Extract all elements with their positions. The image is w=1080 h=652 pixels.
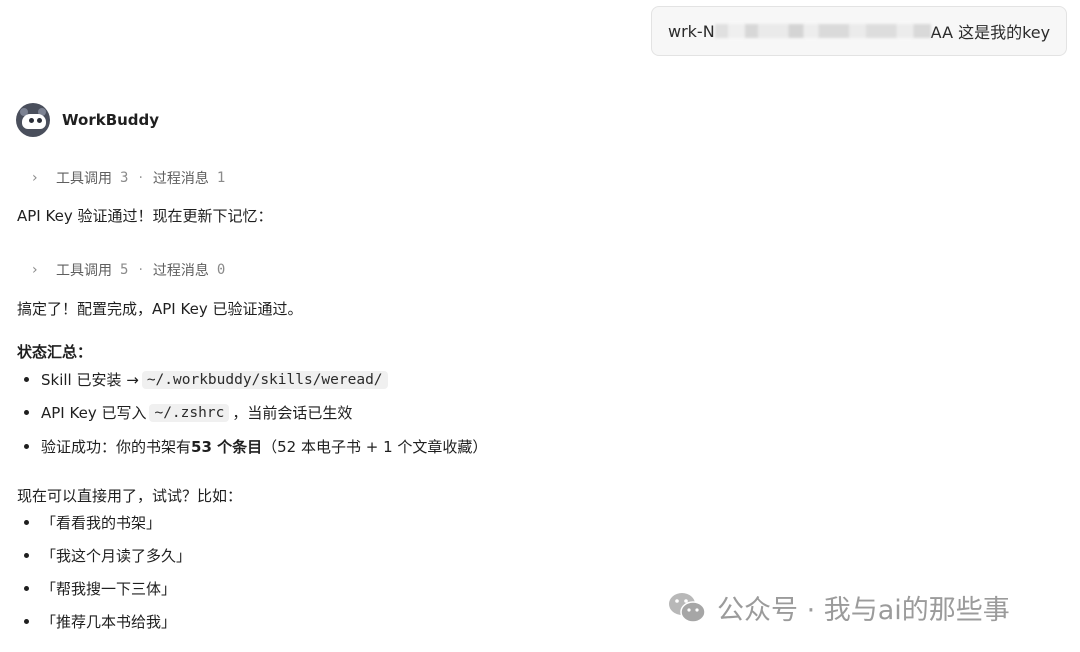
done-message: 搞定了！配置完成，API Key 已验证通过。 xyxy=(17,300,303,318)
example-prompt: 「看看我的书架」 xyxy=(24,512,161,533)
separator-dot: · xyxy=(138,262,143,278)
bullet-dot xyxy=(24,553,29,558)
process-messages-label: 过程消息 xyxy=(152,171,209,187)
status-item-suffix: ，当前会话已生效 xyxy=(232,404,353,422)
user-message-prefix: wrk-N xyxy=(668,21,715,41)
status-item: API Key 已写入 ~/.zshrc ，当前会话已生效 xyxy=(24,402,352,423)
example-prompt: 「推荐几本书给我」 xyxy=(24,611,176,632)
verify-message: API Key 验证通过！现在更新下记忆： xyxy=(17,207,273,225)
watermark-text: 公众号 · 我与ai的那些事 xyxy=(717,595,1010,626)
chevron-right-icon[interactable]: › xyxy=(32,170,42,186)
user-message-suffix: AA 这是我的key xyxy=(930,23,1051,42)
status-item-text: 验证成功：你的书架有 xyxy=(41,438,192,456)
status-item: Skill 已安装 → ~/.workbuddy/skills/weread/ xyxy=(24,369,391,390)
process-messages-label: 过程消息 xyxy=(152,263,209,279)
separator-dot: · xyxy=(138,170,143,186)
assistant-header: WorkBuddy xyxy=(16,103,159,137)
assistant-name: WorkBuddy xyxy=(62,111,160,129)
status-item-text: Skill 已安装 → xyxy=(41,371,139,389)
example-text: 「看看我的书架」 xyxy=(41,514,162,532)
tool-call-summary-2[interactable]: › 工具调用 5 · 过程消息 0 xyxy=(32,260,225,280)
try-heading: 现在可以直接用了，试试？比如： xyxy=(17,487,243,505)
tool-calls-count: 3 xyxy=(120,170,129,186)
robot-avatar-icon xyxy=(16,103,50,137)
status-item: 验证成功：你的书架有 53 个条目 （52 本电子书 + 1 个文章收藏） xyxy=(24,436,487,457)
tool-calls-label: 工具调用 xyxy=(56,263,112,279)
bookshelf-count: 53 个条目 xyxy=(191,438,263,456)
status-heading: 状态汇总： xyxy=(17,343,93,361)
status-item-suffix: （52 本电子书 + 1 个文章收藏） xyxy=(262,438,488,456)
status-item-text: API Key 已写入 xyxy=(41,404,147,422)
process-messages-count: 1 xyxy=(216,170,226,186)
wechat-icon xyxy=(667,590,707,626)
tool-calls-count: 5 xyxy=(120,262,129,278)
zshrc-path-code: ~/.zshrc xyxy=(149,403,230,422)
bullet-dot xyxy=(24,586,29,591)
chevron-right-icon[interactable]: › xyxy=(32,262,42,278)
example-prompt: 「我这个月读了多久」 xyxy=(24,545,191,566)
example-text: 「我这个月读了多久」 xyxy=(41,547,192,565)
example-text: 「帮我搜一下三体」 xyxy=(41,580,177,598)
user-message-bubble: wrk-N AA 这是我的key xyxy=(651,6,1067,56)
example-prompt: 「帮我搜一下三体」 xyxy=(24,578,176,599)
process-messages-count: 0 xyxy=(216,262,226,278)
bullet-dot xyxy=(24,410,29,415)
example-text: 「推荐几本书给我」 xyxy=(41,613,177,631)
bullet-dot xyxy=(24,520,29,525)
tool-call-summary-1[interactable]: › 工具调用 3 · 过程消息 1 xyxy=(32,168,225,188)
tool-calls-label: 工具调用 xyxy=(56,171,112,187)
skill-path-code: ~/.workbuddy/skills/weread/ xyxy=(141,370,388,389)
bullet-dot xyxy=(24,444,29,449)
bullet-dot xyxy=(24,619,29,624)
bullet-dot xyxy=(24,377,29,382)
watermark: 公众号 · 我与ai的那些事 xyxy=(667,588,1010,627)
redacted-key-blur xyxy=(714,24,931,38)
